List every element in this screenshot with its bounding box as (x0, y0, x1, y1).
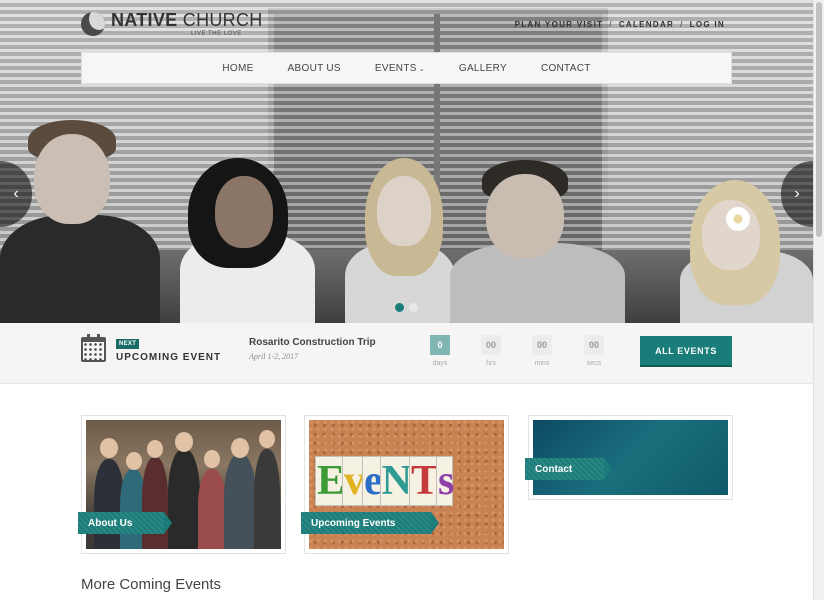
log-in-link[interactable]: LOG IN (690, 20, 725, 29)
chevron-down-icon: ⌄ (418, 65, 425, 73)
main-navigation: HOME ABOUT US EVENTS ⌄ GALLERY CONTACT (81, 52, 732, 84)
upcoming-event-label: UPCOMING EVENT (116, 352, 222, 363)
group-person (142, 457, 168, 549)
group-person-head (259, 430, 275, 448)
calendar-link[interactable]: CALENDAR (619, 20, 674, 29)
hero-person-4 (450, 158, 625, 323)
upcoming-events-ribbon[interactable]: Upcoming Events (301, 512, 439, 534)
event-title[interactable]: Rosarito Construction Trip (249, 337, 376, 348)
calendar-icon (81, 334, 106, 362)
countdown-days-value: 0 (430, 335, 450, 355)
hero-slider: NATIVE CHURCH LIVE THE LOVE PLAN YOUR VI… (0, 0, 813, 323)
group-person (254, 449, 280, 549)
countdown-minutes-unit: mins (534, 360, 550, 367)
group-person-head (231, 438, 249, 458)
countdown-seconds: 00 secs (584, 335, 604, 367)
countdown-days: 0 days (430, 335, 450, 367)
about-us-ribbon[interactable]: About Us (78, 512, 172, 534)
logo-title: NATIVE CHURCH (111, 10, 263, 30)
utility-links: PLAN YOUR VISIT / CALENDAR / LOG IN (515, 20, 725, 29)
events-cutout-letters: EveNTs (315, 456, 454, 506)
countdown-seconds-value: 00 (584, 335, 604, 355)
group-person (198, 469, 226, 549)
logo-tagline: LIVE THE LOVE (191, 31, 242, 37)
countdown-seconds-unit: secs (586, 360, 602, 367)
group-person (224, 454, 256, 549)
chevron-right-icon: › (794, 185, 800, 202)
countdown-minutes: 00 mins (532, 335, 552, 367)
nav-item-events[interactable]: EVENTS ⌄ (358, 63, 442, 74)
more-events-heading: More Coming Events (81, 576, 222, 593)
countdown-hours-unit: hrs (486, 360, 496, 367)
countdown-hours: 00 hrs (481, 335, 501, 367)
page-scrollbar[interactable] (813, 0, 824, 600)
slider-pagination (395, 303, 418, 312)
logo-mark-icon (81, 12, 105, 36)
link-separator: / (680, 20, 684, 29)
hero-person-1 (0, 120, 170, 323)
slider-dot-2[interactable] (409, 303, 418, 312)
nav-item-about-us[interactable]: ABOUT US (271, 63, 358, 74)
group-person-head (204, 450, 220, 468)
countdown-days-unit: days (432, 360, 448, 367)
group-person (168, 449, 200, 549)
nav-item-events-label: EVENTS (374, 62, 417, 74)
group-person-head (100, 438, 118, 458)
chevron-left-icon: ‹ (13, 185, 19, 202)
scrollbar-thumb[interactable] (816, 2, 822, 237)
hero-person-3 (345, 158, 455, 323)
group-person-head (175, 432, 193, 452)
next-badge: NEXT (116, 339, 140, 349)
nav-item-contact[interactable]: CONTACT (524, 63, 608, 74)
hero-person-2 (170, 158, 320, 323)
site-logo[interactable]: NATIVE CHURCH LIVE THE LOVE (81, 10, 262, 40)
plan-your-visit-link[interactable]: PLAN YOUR VISIT (515, 20, 604, 29)
all-events-button[interactable]: ALL EVENTS (640, 336, 732, 367)
flower-accessory (726, 207, 750, 231)
upcoming-event-bar: NEXT UPCOMING EVENT Rosarito Constructio… (0, 323, 813, 384)
countdown-minutes-value: 00 (532, 335, 552, 355)
event-date: April 1-2, 2017 (249, 352, 299, 361)
nav-item-home[interactable]: HOME (205, 63, 270, 74)
group-person-head (126, 452, 142, 470)
slider-dot-1[interactable] (395, 303, 404, 312)
group-person-head (147, 440, 163, 458)
countdown-hours-value: 00 (481, 335, 501, 355)
link-separator: / (609, 20, 613, 29)
contact-ribbon[interactable]: Contact (525, 458, 612, 480)
nav-item-gallery[interactable]: GALLERY (442, 63, 524, 74)
